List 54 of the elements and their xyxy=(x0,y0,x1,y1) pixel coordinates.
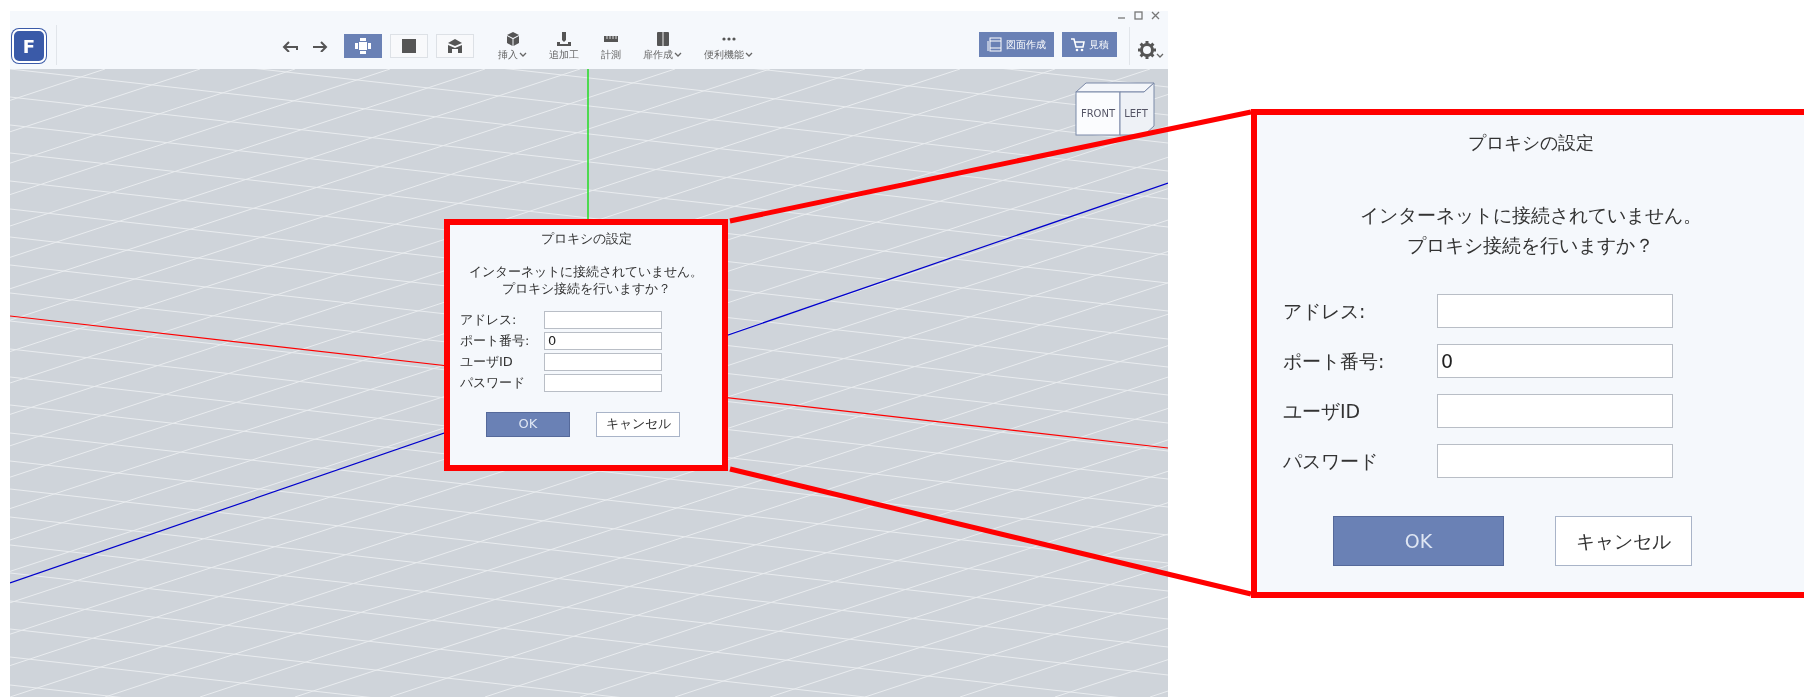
field-label: ポート番号: xyxy=(1283,348,1386,374)
toolbar-button[interactable]: 計測 xyxy=(601,31,621,62)
dialog-title: プロキシの設定 xyxy=(540,230,632,248)
ok-button[interactable]: OK xyxy=(486,411,570,437)
fit-view-icon xyxy=(355,38,371,54)
input-field[interactable] xyxy=(1437,294,1673,328)
maximize-icon[interactable] xyxy=(1134,11,1143,20)
toolbar-button[interactable]: 扉作成 xyxy=(643,31,682,62)
dialog-title: プロキシの設定 xyxy=(1467,131,1594,155)
cube-face-label: LEFT xyxy=(1124,108,1148,119)
box-icon xyxy=(447,38,463,54)
input-field[interactable] xyxy=(544,310,662,329)
view-cube-drawing[interactable] xyxy=(1075,82,1155,136)
field-label: アドレス: xyxy=(1283,298,1367,324)
undo-icon[interactable] xyxy=(282,40,298,52)
toolbar-button[interactable]: 便利機能 xyxy=(704,31,753,62)
settings-icon[interactable] xyxy=(1138,41,1156,59)
cart-button[interactable]: 見積 xyxy=(1062,32,1117,57)
cube-icon xyxy=(504,31,521,47)
door-icon xyxy=(654,31,671,47)
cube-face-label: FRONT xyxy=(1080,108,1116,119)
drill-icon xyxy=(556,31,572,47)
fit-view-button[interactable] xyxy=(344,34,382,58)
drawing-button[interactable]: 図面作成 xyxy=(979,32,1054,57)
message-text: インターネットに接続されていません。 xyxy=(469,262,703,280)
input-field[interactable] xyxy=(544,352,662,371)
field-label: ポート番号: xyxy=(460,331,531,350)
field-label: アドレス: xyxy=(460,310,518,329)
cancel-button[interactable]: キャンセル xyxy=(1555,516,1692,566)
message-text: プロキシ接続を行いますか？ xyxy=(1406,233,1655,258)
cart-icon xyxy=(1070,37,1085,52)
input-field[interactable]: 0 xyxy=(1437,344,1673,378)
toolbar-button[interactable]: 挿入 xyxy=(498,31,527,62)
redo-icon[interactable] xyxy=(312,40,328,52)
close-icon[interactable] xyxy=(1151,11,1160,20)
input-field[interactable] xyxy=(1437,394,1673,428)
drawing-icon xyxy=(987,37,1002,52)
square-icon xyxy=(401,38,417,54)
toolbar-button[interactable]: 追加工 xyxy=(549,31,579,62)
field-label: ユーザID xyxy=(1283,398,1362,424)
input-field[interactable]: 0 xyxy=(544,331,662,350)
logo-icon: F xyxy=(12,29,46,63)
field-label: ユーザID xyxy=(460,352,514,371)
caret-icon xyxy=(1156,52,1164,59)
field-label: パスワード xyxy=(460,373,526,392)
cancel-button[interactable]: キャンセル xyxy=(596,411,680,437)
ok-button[interactable]: OK xyxy=(1333,516,1504,566)
box-button[interactable] xyxy=(436,34,474,58)
message-text: プロキシ接続を行いますか？ xyxy=(500,279,672,297)
input-field[interactable] xyxy=(1437,444,1673,478)
square-button[interactable] xyxy=(390,34,428,58)
input-field[interactable] xyxy=(544,373,662,392)
message-text: インターネットに接続されていません。 xyxy=(1359,203,1702,228)
field-label: パスワード xyxy=(1283,448,1379,474)
